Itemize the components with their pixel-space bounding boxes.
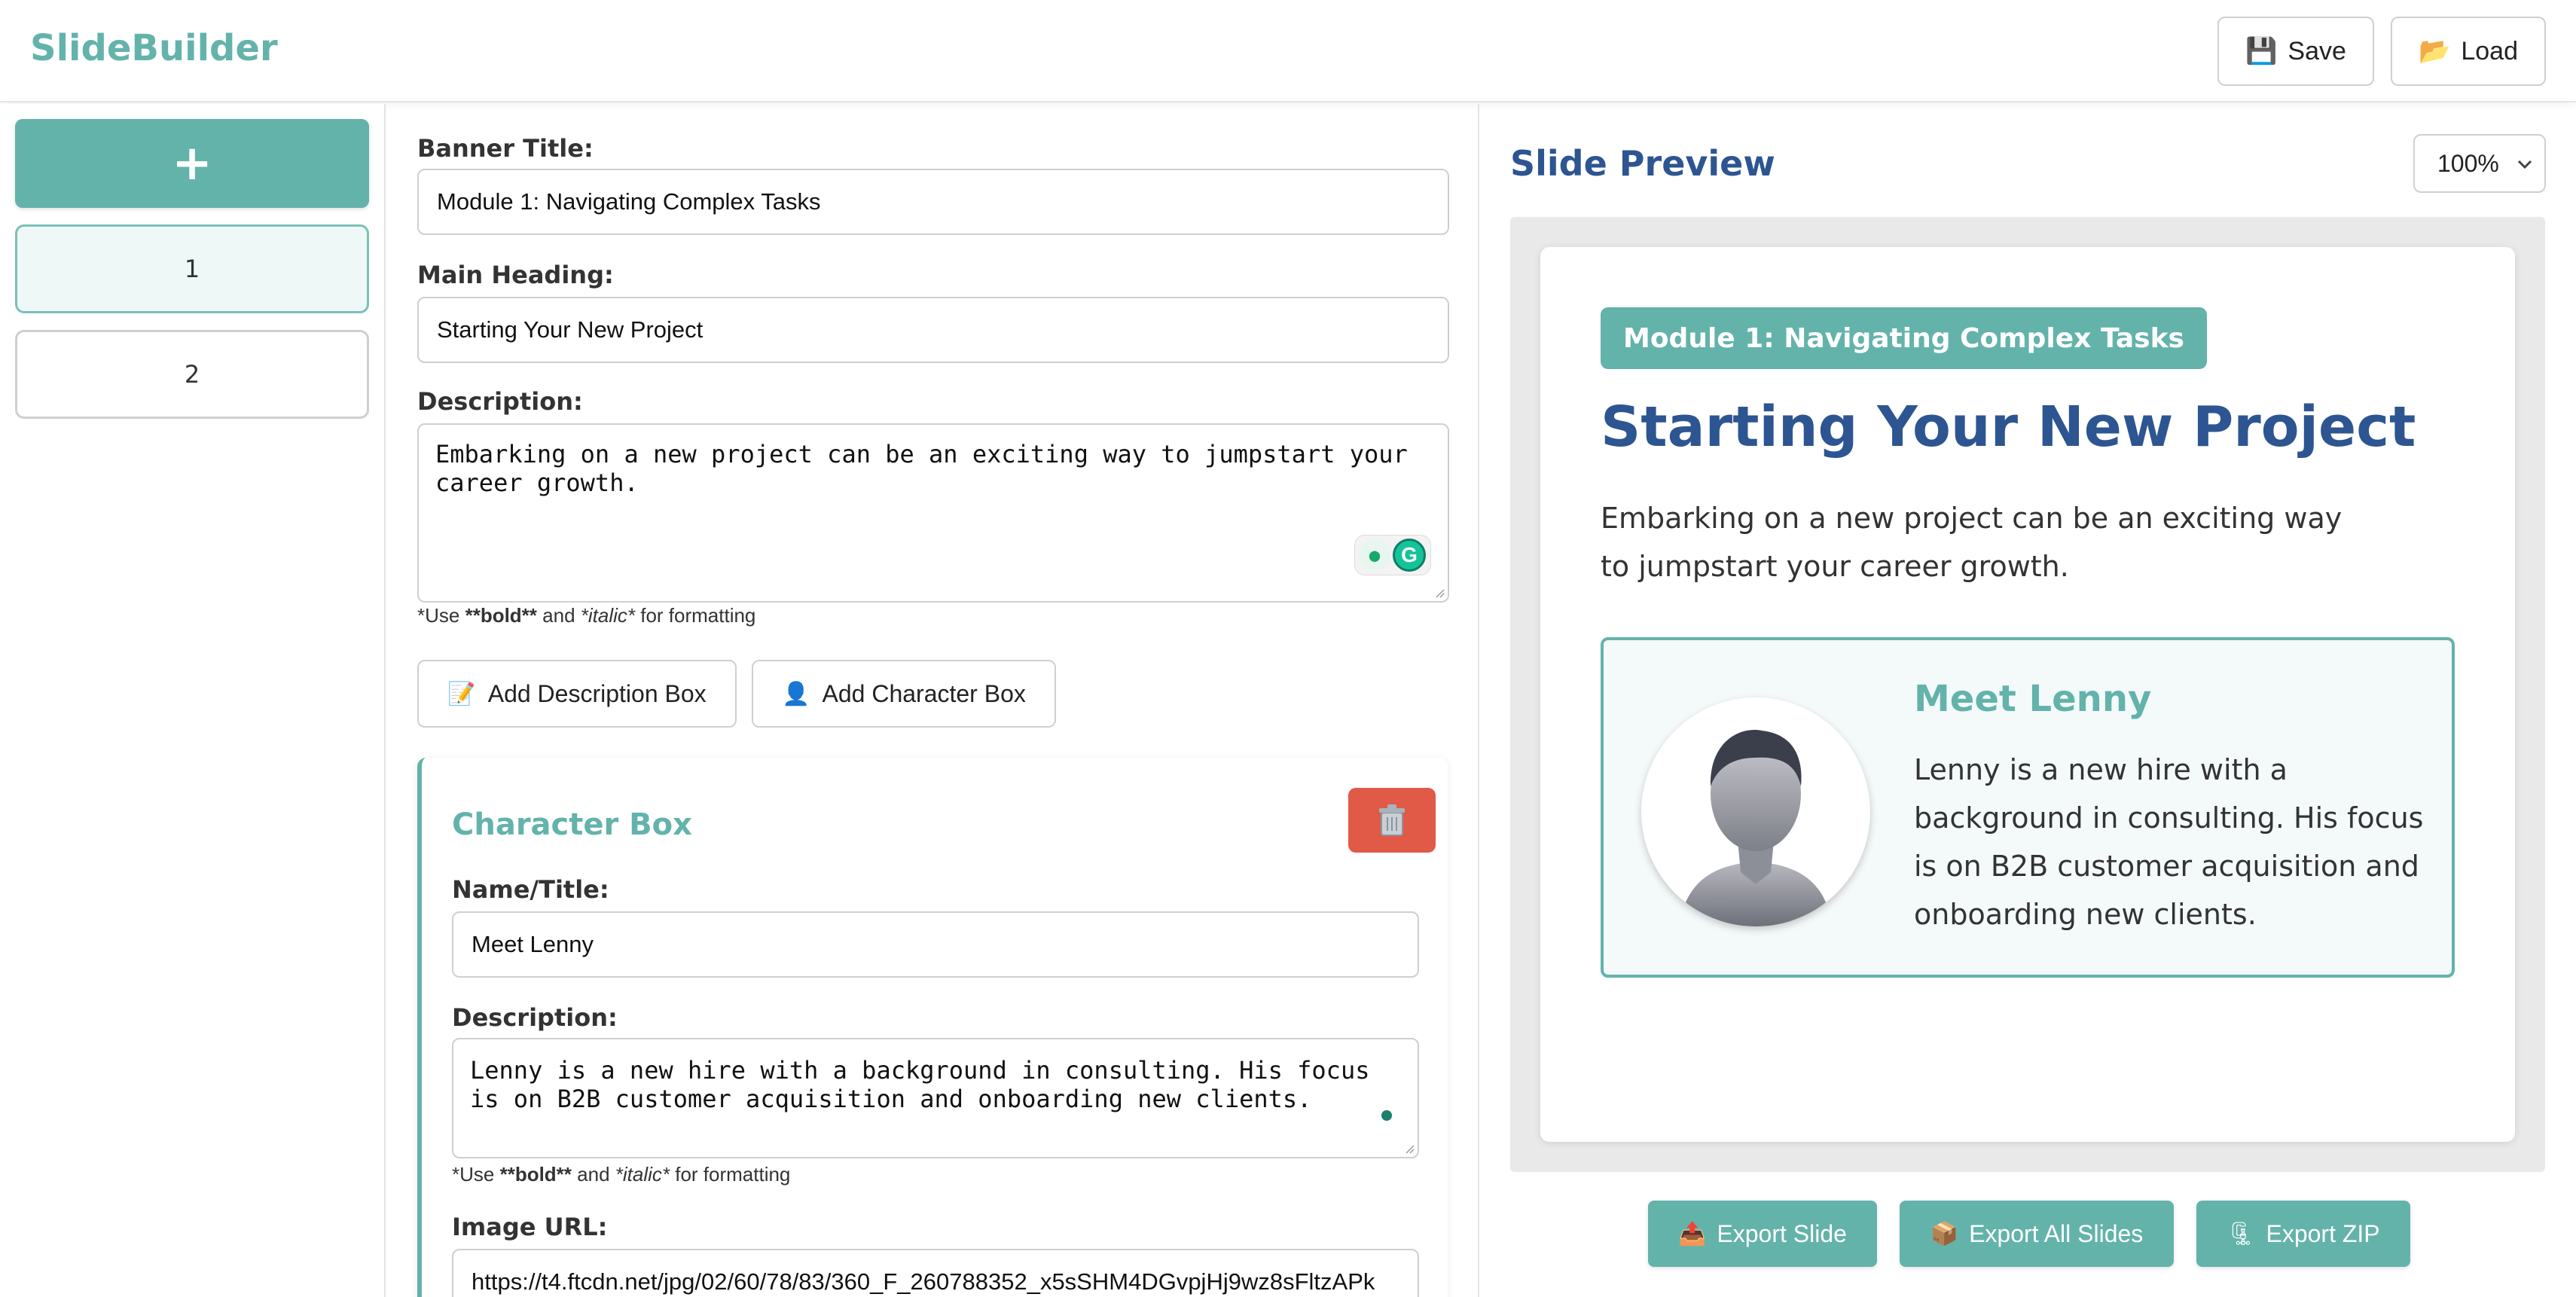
grammarly-dot-icon <box>1381 1110 1392 1121</box>
character-description-label: Description: <box>452 1003 618 1032</box>
grammarly-icon: G <box>1393 539 1426 572</box>
add-description-box-button[interactable]: 📝 Add Description Box <box>417 660 737 728</box>
slide-character-name: Meet Lenny <box>1914 678 2152 720</box>
floppy-disk-icon: 💾 <box>2245 37 2278 66</box>
slide-thumbnail-2[interactable]: 2 <box>15 330 369 419</box>
chevron-down-icon <box>2517 160 2532 169</box>
lightbulb-icon: ● <box>1360 540 1390 570</box>
save-button[interactable]: 💾 Save <box>2217 17 2374 86</box>
resize-handle-icon[interactable] <box>1402 1142 1415 1154</box>
zoom-select[interactable]: 100% <box>2413 134 2546 193</box>
clamp-icon: 🗜 <box>2227 1221 2256 1247</box>
character-avatar <box>1641 697 1870 926</box>
export-zip-label: Export ZIP <box>2266 1219 2380 1247</box>
description-textarea[interactable]: Embarking on a new project can be an exc… <box>417 423 1449 603</box>
delete-character-box-button[interactable] <box>1348 788 1436 853</box>
person-icon: 👤 <box>782 681 810 706</box>
save-button-label: Save <box>2288 36 2346 66</box>
load-button-label: Load <box>2461 36 2518 66</box>
slide-thumbnail-label: 2 <box>184 360 200 389</box>
slide-description: Embarking on a new project can be an exc… <box>1601 502 2343 583</box>
add-slide-button[interactable]: + <box>15 119 369 208</box>
export-slide-label: Export Slide <box>1717 1219 1847 1247</box>
slide-preview: Module 1: Navigating Complex Tasks Start… <box>1540 247 2515 1142</box>
slide-character-description: Lenny is a new hire with a background in… <box>1914 753 2424 931</box>
slide-editor-panel: Banner Title: Module 1: Navigating Compl… <box>387 104 1479 1297</box>
slide-character-box: Meet Lenny Lenny is a new hire with a ba… <box>1601 637 2455 978</box>
character-box-title: Character Box <box>452 807 692 842</box>
add-character-box-button[interactable]: 👤 Add Character Box <box>752 660 1056 728</box>
formatting-hint: *Use **bold** and *italic* for formattin… <box>417 604 756 627</box>
image-url-label: Image URL: <box>452 1213 608 1241</box>
main-heading-label: Main Heading: <box>417 261 614 289</box>
character-box-editor: Character Box Name/Title: Meet Lenny Des… <box>417 758 1448 1297</box>
slide-thumbnail-label: 1 <box>184 255 200 283</box>
trash-icon <box>1379 804 1405 836</box>
banner-title-input[interactable]: Module 1: Navigating Complex Tasks <box>417 169 1449 235</box>
image-url-input[interactable]: https://t4.ftcdn.net/jpg/02/60/78/83/360… <box>452 1249 1419 1297</box>
description-text: Embarking on a new project can be an exc… <box>435 440 1408 497</box>
memo-icon: 📝 <box>447 681 476 706</box>
export-all-slides-label: Export All Slides <box>1969 1219 2144 1247</box>
folder-icon: 📂 <box>2419 37 2451 66</box>
package-icon: 📦 <box>1930 1221 1959 1247</box>
character-formatting-hint: *Use **bold** and *italic* for formattin… <box>452 1163 791 1186</box>
grammarly-widget[interactable]: ● G <box>1354 535 1431 575</box>
main-heading-input[interactable]: Starting Your New Project <box>417 297 1449 363</box>
description-label: Description: <box>417 387 583 416</box>
preview-stage: Module 1: Navigating Complex Tasks Start… <box>1510 217 2545 1172</box>
slide-heading: Starting Your New Project <box>1601 395 2416 459</box>
slide-banner: Module 1: Navigating Complex Tasks <box>1601 307 2207 369</box>
character-name-input[interactable]: Meet Lenny <box>452 911 1419 978</box>
add-description-box-label: Add Description Box <box>487 679 707 707</box>
app-logo: SlideBuilder <box>30 27 278 69</box>
add-character-box-label: Add Character Box <box>822 679 1026 707</box>
outbox-icon: 📤 <box>1678 1221 1707 1247</box>
load-button[interactable]: 📂 Load <box>2391 17 2546 86</box>
export-zip-button[interactable]: 🗜 Export ZIP <box>2196 1201 2410 1267</box>
zoom-value: 100% <box>2437 149 2499 177</box>
export-all-slides-button[interactable]: 📦 Export All Slides <box>1900 1201 2174 1267</box>
slide-thumbnail-1[interactable]: 1 <box>15 224 369 313</box>
app-header: SlideBuilder 💾 Save 📂 Load <box>0 0 2576 102</box>
resize-handle-icon[interactable] <box>1433 586 1445 598</box>
slide-list-panel: + 1 2 <box>0 104 386 1297</box>
character-name-label: Name/Title: <box>452 875 609 904</box>
preview-title: Slide Preview <box>1510 143 1775 184</box>
banner-title-label: Banner Title: <box>417 134 594 163</box>
export-slide-button[interactable]: 📤 Export Slide <box>1648 1201 1877 1267</box>
character-description-text: Lenny is a new hire with a background in… <box>470 1056 1370 1113</box>
character-description-textarea[interactable]: Lenny is a new hire with a background in… <box>452 1038 1419 1158</box>
